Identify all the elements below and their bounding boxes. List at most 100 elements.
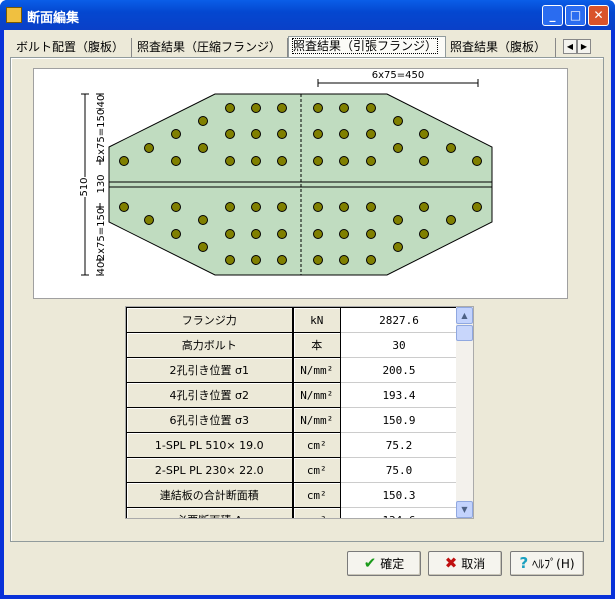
bolt-hole bbox=[171, 156, 181, 166]
title-bar: 断面編集 _ □ ✕ bbox=[0, 0, 615, 30]
bolt-hole bbox=[198, 215, 208, 225]
cancel-button[interactable]: ✖ 取消 bbox=[428, 551, 502, 576]
row-value[interactable]: 150.3 bbox=[340, 482, 458, 508]
bolt-hole bbox=[313, 255, 323, 265]
row-label: 6孔引き位置 σ3 bbox=[126, 407, 294, 433]
row-value[interactable]: 193.4 bbox=[340, 382, 458, 408]
bolt-hole bbox=[419, 156, 429, 166]
bolt-hole bbox=[225, 103, 235, 113]
bolt-hole bbox=[225, 156, 235, 166]
row-value[interactable]: 134.6 bbox=[340, 507, 458, 518]
row-unit: N/mm² bbox=[292, 407, 341, 433]
tab-check-web[interactable]: 照査結果（腹板） bbox=[446, 38, 556, 58]
tab-bar: ボルト配置（腹板） 照査結果（圧縮フランジ） 照査結果（引張フランジ） 照査結果… bbox=[10, 36, 610, 58]
help-label: ﾍﾙﾌﾟ(H) bbox=[532, 557, 575, 571]
row-value[interactable]: 30 bbox=[340, 332, 458, 358]
bolt-hole bbox=[144, 143, 154, 153]
top-dimension-label: 6x75=450 bbox=[372, 70, 424, 81]
bolt-hole bbox=[339, 103, 349, 113]
scroll-down-button[interactable]: ▼ bbox=[456, 501, 473, 518]
bolt-hole bbox=[198, 242, 208, 252]
row-value[interactable]: 2827.6 bbox=[340, 307, 458, 333]
bolt-hole bbox=[313, 129, 323, 139]
tab-label: ボルト配置（腹板） bbox=[16, 40, 125, 54]
tab-scroll-right-button[interactable]: ▶ bbox=[577, 39, 591, 54]
tab-label: 照査結果（腹板） bbox=[450, 40, 547, 54]
bolt-hole bbox=[339, 156, 349, 166]
row-label: 1-SPL PL 510× 19.0 bbox=[126, 432, 294, 458]
table-row: 高力ボルト本 30 bbox=[126, 332, 458, 358]
bolt-hole bbox=[277, 255, 287, 265]
help-button[interactable]: ? ﾍﾙﾌﾟ(H) bbox=[510, 551, 584, 576]
scroll-up-button[interactable]: ▲ bbox=[456, 307, 473, 324]
bolt-hole bbox=[144, 215, 154, 225]
row-label: 連結板の合計断面積 bbox=[126, 482, 294, 508]
tab-check-tension-flange[interactable]: 照査結果（引張フランジ） bbox=[288, 36, 446, 58]
bolt-hole bbox=[366, 202, 376, 212]
close-button[interactable]: ✕ bbox=[588, 5, 609, 26]
tab-label: 照査結果（引張フランジ） bbox=[291, 38, 439, 54]
vertical-scrollbar[interactable]: ▲ ▼ bbox=[456, 307, 473, 518]
ok-label: 確定 bbox=[380, 557, 405, 571]
bolt-hole bbox=[366, 229, 376, 239]
bolt-hole bbox=[277, 229, 287, 239]
help-icon: ? bbox=[519, 554, 529, 572]
bolt-hole bbox=[251, 255, 261, 265]
left-dimension: 40 bbox=[96, 262, 107, 275]
table-row: 2-SPL PL 230× 22.0 cm² 75.0 bbox=[126, 457, 458, 483]
minimize-button[interactable]: _ bbox=[542, 5, 563, 26]
bolt-hole bbox=[251, 129, 261, 139]
bolt-hole bbox=[225, 229, 235, 239]
row-unit: N/mm² bbox=[292, 357, 341, 383]
bolt-hole bbox=[313, 103, 323, 113]
bolt-hole bbox=[277, 156, 287, 166]
bolt-hole bbox=[339, 255, 349, 265]
bolt-hole bbox=[339, 129, 349, 139]
bolt-hole bbox=[393, 116, 403, 126]
bolt-hole bbox=[393, 215, 403, 225]
bolt-hole bbox=[446, 143, 456, 153]
left-dimension: 2x75=150 bbox=[96, 109, 107, 161]
bolt-hole bbox=[313, 156, 323, 166]
bolt-hole bbox=[419, 202, 429, 212]
bolt-hole bbox=[225, 202, 235, 212]
tab-check-compression-flange[interactable]: 照査結果（圧縮フランジ） bbox=[133, 38, 288, 58]
row-value[interactable]: 75.0 bbox=[340, 457, 458, 483]
cancel-label: 取消 bbox=[461, 557, 486, 571]
tab-scroll-left-button[interactable]: ◀ bbox=[563, 39, 577, 54]
maximize-button[interactable]: □ bbox=[565, 5, 586, 26]
bolt-hole bbox=[277, 103, 287, 113]
row-unit: 本 bbox=[292, 332, 341, 358]
bolt-hole bbox=[366, 129, 376, 139]
bolt-hole bbox=[446, 215, 456, 225]
client-area: ボルト配置（腹板） 照査結果（圧縮フランジ） 照査結果（引張フランジ） 照査結果… bbox=[4, 30, 611, 595]
left-dimension: 2x75=150 bbox=[96, 208, 107, 260]
row-unit: cm² bbox=[292, 507, 341, 518]
table-row: 必要断面積 Acm²134.6 bbox=[126, 507, 458, 518]
bolt-hole bbox=[171, 202, 181, 212]
row-value[interactable]: 75.2 bbox=[340, 432, 458, 458]
bolt-hole bbox=[251, 229, 261, 239]
scroll-thumb[interactable] bbox=[456, 325, 473, 341]
table-row: 1-SPL PL 510× 19.0 cm² 75.2 bbox=[126, 432, 458, 458]
table-row: 2孔引き位置 σ1 N/mm² 200.5 bbox=[126, 357, 458, 383]
row-value[interactable]: 200.5 bbox=[340, 357, 458, 383]
table-row: 4孔引き位置 σ2 N/mm² 193.4 bbox=[126, 382, 458, 408]
bolt-hole bbox=[225, 129, 235, 139]
bolt-hole bbox=[366, 103, 376, 113]
row-label: 高力ボルト bbox=[126, 332, 294, 358]
bolt-hole bbox=[198, 116, 208, 126]
window: 断面編集 _ □ ✕ ボルト配置（腹板） 照査結果（圧縮フランジ） 照査結果（引… bbox=[0, 0, 615, 599]
bolt-hole bbox=[225, 255, 235, 265]
left-total-dimension: 510 bbox=[79, 177, 90, 196]
ok-button[interactable]: ✔ 確定 bbox=[347, 551, 421, 576]
x-icon: ✖ bbox=[444, 554, 458, 572]
bolt-hole bbox=[472, 202, 482, 212]
table-row: 6孔引き位置 σ3 N/mm² 150.9 bbox=[126, 407, 458, 433]
bolt-hole bbox=[277, 202, 287, 212]
results-grid: フランジ力 kN 2827.6 高力ボルト本 30 2孔引き位置 σ1 N/mm² 200.5… bbox=[125, 306, 474, 519]
tab-bolt-layout-web[interactable]: ボルト配置（腹板） bbox=[12, 38, 132, 58]
row-unit: cm² bbox=[292, 482, 341, 508]
bolt-hole bbox=[119, 156, 129, 166]
row-value[interactable]: 150.9 bbox=[340, 407, 458, 433]
